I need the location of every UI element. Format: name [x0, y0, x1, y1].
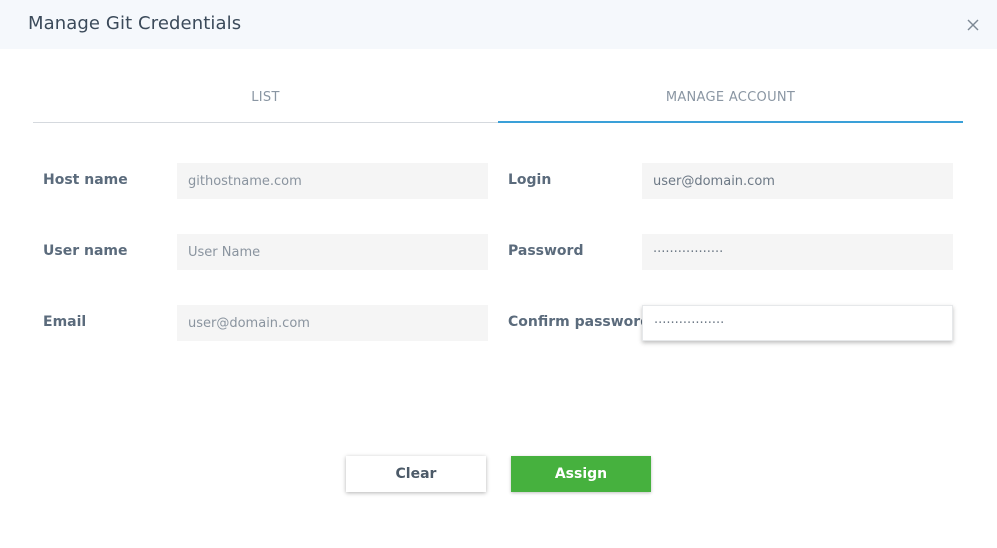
assign-button[interactable]: Assign	[511, 456, 651, 492]
clear-button[interactable]: Clear	[346, 456, 486, 492]
close-icon	[967, 19, 979, 31]
tab-list-label: LIST	[251, 90, 280, 105]
confirm-password-label: Confirm password	[508, 314, 651, 330]
tab-bar: LIST MANAGE ACCOUNT	[33, 76, 963, 123]
email-input[interactable]	[177, 305, 488, 341]
password-label: Password	[508, 243, 584, 259]
tab-list[interactable]: LIST	[33, 76, 498, 123]
active-tab-indicator	[498, 121, 963, 123]
tab-manage-account[interactable]: MANAGE ACCOUNT	[498, 76, 963, 123]
password-input[interactable]	[642, 234, 953, 270]
login-label: Login	[508, 172, 552, 188]
user-name-input[interactable]	[177, 234, 488, 270]
tab-manage-account-label: MANAGE ACCOUNT	[665, 90, 796, 105]
host-name-label: Host name	[43, 172, 128, 188]
dialog-header: Manage Git Credentials	[0, 0, 997, 49]
login-input[interactable]	[642, 163, 953, 199]
dialog-title: Manage Git Credentials	[28, 13, 242, 34]
close-button[interactable]	[962, 14, 984, 36]
host-name-input[interactable]	[177, 163, 488, 199]
email-label: Email	[43, 314, 87, 330]
manage-git-credentials-dialog: Manage Git Credentials LIST MANAGE ACCOU…	[0, 0, 997, 548]
user-name-label: User name	[43, 243, 128, 259]
confirm-password-input[interactable]	[642, 305, 953, 341]
